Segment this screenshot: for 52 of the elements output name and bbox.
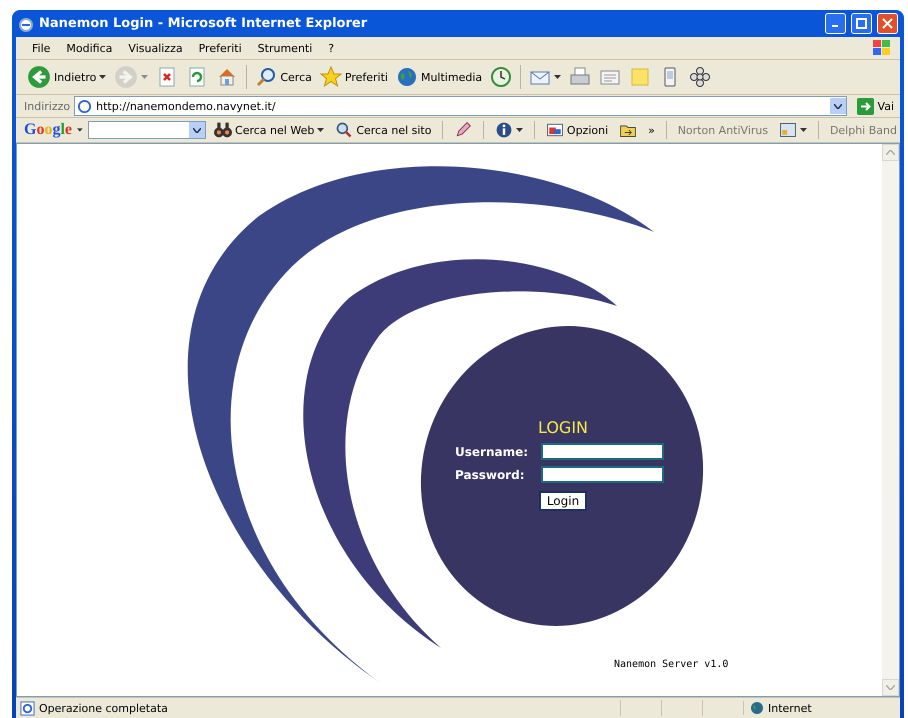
- toolbar-button[interactable]: Cerca nel Web: [211, 120, 328, 140]
- maximize-button[interactable]: [851, 13, 872, 34]
- window-icon: [546, 121, 564, 139]
- globe-icon: [750, 701, 764, 715]
- toolbar-button[interactable]: Multimedia: [392, 64, 486, 90]
- status-text: Operazione completata: [39, 702, 169, 714]
- globe-icon: [396, 66, 418, 88]
- toolbar-button[interactable]: Indietro: [24, 63, 110, 91]
- username-label: Username:: [455, 444, 530, 458]
- close-icon: [882, 18, 893, 29]
- menu-item[interactable]: Strumenti: [250, 40, 320, 56]
- zone-label: Internet: [768, 702, 812, 714]
- toolbar-button[interactable]: Opzioni: [542, 120, 612, 140]
- flower-icon: [689, 66, 712, 88]
- address-field[interactable]: http://nanemondemo.navynet.it/: [74, 96, 847, 116]
- password-field[interactable]: [541, 466, 664, 483]
- window-icon: [779, 121, 798, 139]
- info-icon: [495, 121, 514, 139]
- page-icon: [20, 700, 35, 716]
- menu-item[interactable]: Preferiti: [190, 40, 250, 56]
- login-title: LOGIN: [538, 418, 588, 437]
- search-field[interactable]: [88, 121, 206, 139]
- toolbar-button[interactable]: Cerca nel sito: [332, 120, 434, 140]
- address-label: Indirizzo: [24, 100, 70, 112]
- login-button[interactable]: Login: [538, 491, 588, 511]
- google-logo[interactable]: Google: [24, 121, 72, 139]
- username-field[interactable]: [541, 443, 664, 460]
- minimize-button[interactable]: [825, 13, 846, 34]
- go-button[interactable]: Vai: [850, 98, 900, 114]
- windows-flag-icon: [870, 39, 892, 57]
- page-icon: [77, 98, 92, 114]
- close-button[interactable]: [877, 13, 898, 34]
- caret-icon: [77, 128, 83, 132]
- window-title: Nanemon Login - Microsoft Internet Explorer: [39, 16, 368, 31]
- menu-item[interactable]: ?: [320, 40, 342, 56]
- more-chevron[interactable]: »: [645, 122, 658, 138]
- ie-logo-icon: [18, 16, 34, 32]
- binoculars-icon: [214, 121, 232, 139]
- maximize-icon: [856, 18, 867, 29]
- star-icon: [320, 66, 342, 88]
- search-icon: [255, 66, 278, 88]
- password-label: Password:: [455, 468, 526, 482]
- clock-icon: [490, 66, 512, 88]
- note-icon: [629, 66, 652, 88]
- footer-text: Nanemon Server v1.0: [614, 659, 728, 670]
- toolbar-button[interactable]: Preferiti: [316, 64, 391, 90]
- menu-item[interactable]: Visualizza: [120, 40, 191, 56]
- toolbar-button[interactable]: Cerca: [252, 64, 315, 90]
- menu-item[interactable]: Modifica: [58, 40, 120, 56]
- pencil-icon: [454, 121, 472, 139]
- magnifier-icon: [335, 121, 354, 139]
- menu-item[interactable]: File: [24, 40, 58, 56]
